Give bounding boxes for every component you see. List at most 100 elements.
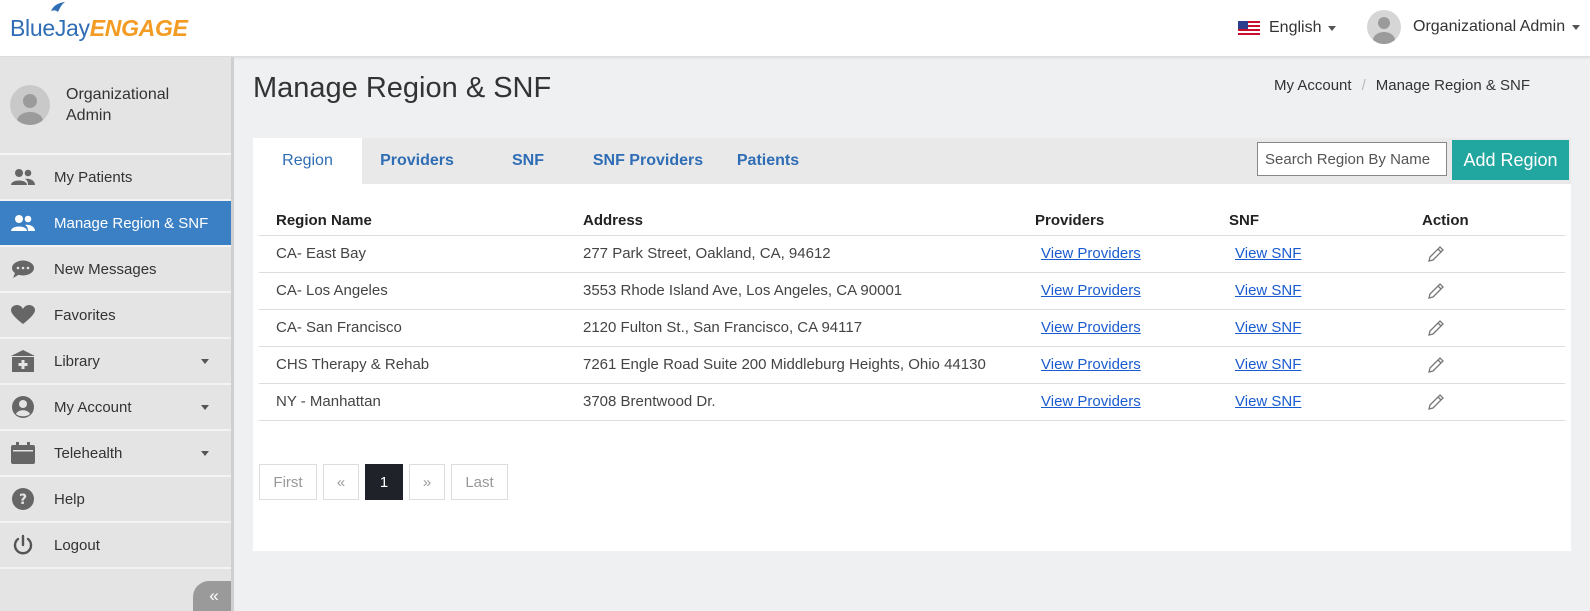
column-header-address: Address: [583, 202, 1035, 236]
us-flag-icon: [1238, 21, 1260, 35]
address-cell: 2120 Fulton St., San Francisco, CA 94117: [583, 309, 1035, 347]
pagination-next[interactable]: »: [409, 464, 445, 500]
edit-pencil-icon[interactable]: [1426, 244, 1446, 264]
page-title: Manage Region & SNF: [253, 72, 552, 104]
breadcrumb-my-account[interactable]: My Account: [1274, 77, 1352, 94]
tab-bar: Region Providers SNF SNF Providers Patie…: [253, 138, 1571, 184]
heart-icon: [10, 302, 36, 328]
breadcrumb: My Account / Manage Region & SNF: [1274, 77, 1530, 94]
sidebar-item-label: Telehealth: [54, 444, 123, 462]
region-name-cell: CA- San Francisco: [259, 309, 583, 347]
user-menu[interactable]: Organizational Admin: [1367, 9, 1581, 45]
pagination-prev[interactable]: «: [323, 464, 359, 500]
column-header-snf: SNF: [1229, 202, 1422, 236]
sidebar: Organizational Admin My Patients Manage …: [0, 57, 234, 611]
calendar-icon: [10, 440, 36, 466]
help-icon: ?: [10, 486, 36, 512]
chevron-down-icon: [1572, 24, 1581, 30]
sidebar-item-label: My Patients: [54, 168, 133, 186]
view-snf-link[interactable]: View SNF: [1229, 393, 1301, 410]
region-name-cell: CHS Therapy & Rehab: [259, 346, 583, 384]
view-snf-link[interactable]: View SNF: [1229, 356, 1301, 373]
top-bar: BlueJay ENGAGE English Organizational Ad…: [0, 0, 1590, 57]
sidebar-item-label: Help: [54, 490, 85, 508]
view-providers-link[interactable]: View Providers: [1035, 282, 1141, 299]
sidebar-item-my-patients[interactable]: My Patients: [0, 155, 231, 201]
table-row: NY - Manhattan 3708 Brentwood Dr. View P…: [259, 383, 1565, 421]
edit-pencil-icon[interactable]: [1426, 392, 1446, 412]
sidebar-item-telehealth[interactable]: Telehealth: [0, 431, 231, 477]
sidebar-item-manage-region-snf[interactable]: Manage Region & SNF: [0, 201, 231, 247]
search-input[interactable]: [1257, 142, 1447, 176]
logo-text-engage: ENGAGE: [89, 15, 188, 41]
sidebar-item-label: Manage Region & SNF: [54, 214, 209, 232]
sidebar-item-library[interactable]: Library: [0, 339, 231, 385]
avatar: [1367, 10, 1401, 44]
svg-text:?: ?: [19, 492, 27, 508]
chevron-down-icon: [201, 405, 209, 410]
tab-snf-providers[interactable]: SNF Providers: [588, 138, 708, 184]
chat-icon: [10, 256, 36, 282]
tab-snf[interactable]: SNF: [493, 138, 563, 184]
view-providers-link[interactable]: View Providers: [1035, 319, 1141, 336]
tab-patients[interactable]: Patients: [728, 138, 808, 184]
region-name-cell: CA- East Bay: [259, 235, 583, 273]
language-label: English: [1269, 19, 1322, 36]
regions-table: Region Name Address Providers SNF Action…: [259, 202, 1565, 421]
pagination-first[interactable]: First: [259, 464, 317, 500]
chevron-down-icon: [1328, 25, 1337, 31]
logo-text-bluejay: BlueJay: [10, 15, 90, 41]
sidebar-collapse-button[interactable]: «: [193, 581, 231, 611]
address-cell: 3553 Rhode Island Ave, Los Angeles, CA 9…: [583, 272, 1035, 310]
chevron-down-icon: [201, 359, 209, 364]
sidebar-item-help[interactable]: ? Help: [0, 477, 231, 523]
sidebar-item-label: Logout: [54, 536, 100, 554]
sidebar-item-my-account[interactable]: My Account: [0, 385, 231, 431]
user-name: Organizational Admin: [1413, 18, 1566, 35]
view-providers-link[interactable]: View Providers: [1035, 356, 1141, 373]
breadcrumb-current: Manage Region & SNF: [1375, 77, 1530, 94]
view-snf-link[interactable]: View SNF: [1229, 282, 1301, 299]
bird-logo-icon: [51, 2, 65, 12]
pagination-last[interactable]: Last: [451, 464, 508, 500]
tab-region[interactable]: Region: [253, 138, 362, 184]
column-header-region-name: Region Name: [259, 202, 583, 236]
breadcrumb-separator: /: [1361, 77, 1366, 94]
library-icon: [10, 348, 36, 374]
tab-providers[interactable]: Providers: [362, 138, 472, 184]
sidebar-profile: Organizational Admin: [0, 57, 231, 155]
pagination-page-1[interactable]: 1: [365, 464, 403, 500]
table-header-row: Region Name Address Providers SNF Action: [259, 202, 1565, 236]
avatar: [10, 85, 50, 125]
edit-pencil-icon[interactable]: [1426, 281, 1446, 301]
account-icon: [10, 394, 36, 420]
edit-pencil-icon[interactable]: [1426, 355, 1446, 375]
sidebar-item-new-messages[interactable]: New Messages: [0, 247, 231, 293]
address-cell: 7261 Engle Road Suite 200 Middleburg Hei…: [583, 346, 1035, 384]
address-cell: 3708 Brentwood Dr.: [583, 383, 1035, 421]
pagination: First « 1 » Last: [259, 464, 514, 500]
column-header-action: Action: [1422, 202, 1565, 236]
users-icon: [10, 164, 36, 190]
view-providers-link[interactable]: View Providers: [1035, 245, 1141, 262]
power-icon: [10, 532, 36, 558]
address-cell: 277 Park Street, Oakland, CA, 94612: [583, 235, 1035, 273]
table-row: CA- San Francisco 2120 Fulton St., San F…: [259, 309, 1565, 347]
add-region-button[interactable]: Add Region: [1452, 140, 1569, 180]
view-snf-link[interactable]: View SNF: [1229, 245, 1301, 262]
sidebar-item-label: My Account: [54, 398, 132, 416]
view-providers-link[interactable]: View Providers: [1035, 393, 1141, 410]
app-logo[interactable]: BlueJay ENGAGE: [10, 2, 188, 46]
language-selector[interactable]: English: [1238, 15, 1337, 41]
table-row: CA- East Bay 277 Park Street, Oakland, C…: [259, 235, 1565, 273]
users-icon: [10, 210, 36, 236]
sidebar-item-label: New Messages: [54, 260, 157, 278]
column-header-providers: Providers: [1035, 202, 1229, 236]
table-row: CHS Therapy & Rehab 7261 Engle Road Suit…: [259, 346, 1565, 384]
edit-pencil-icon[interactable]: [1426, 318, 1446, 338]
region-panel: Region Providers SNF SNF Providers Patie…: [253, 138, 1571, 551]
region-name-cell: CA- Los Angeles: [259, 272, 583, 310]
sidebar-item-logout[interactable]: Logout: [0, 523, 231, 569]
sidebar-item-favorites[interactable]: Favorites: [0, 293, 231, 339]
view-snf-link[interactable]: View SNF: [1229, 319, 1301, 336]
